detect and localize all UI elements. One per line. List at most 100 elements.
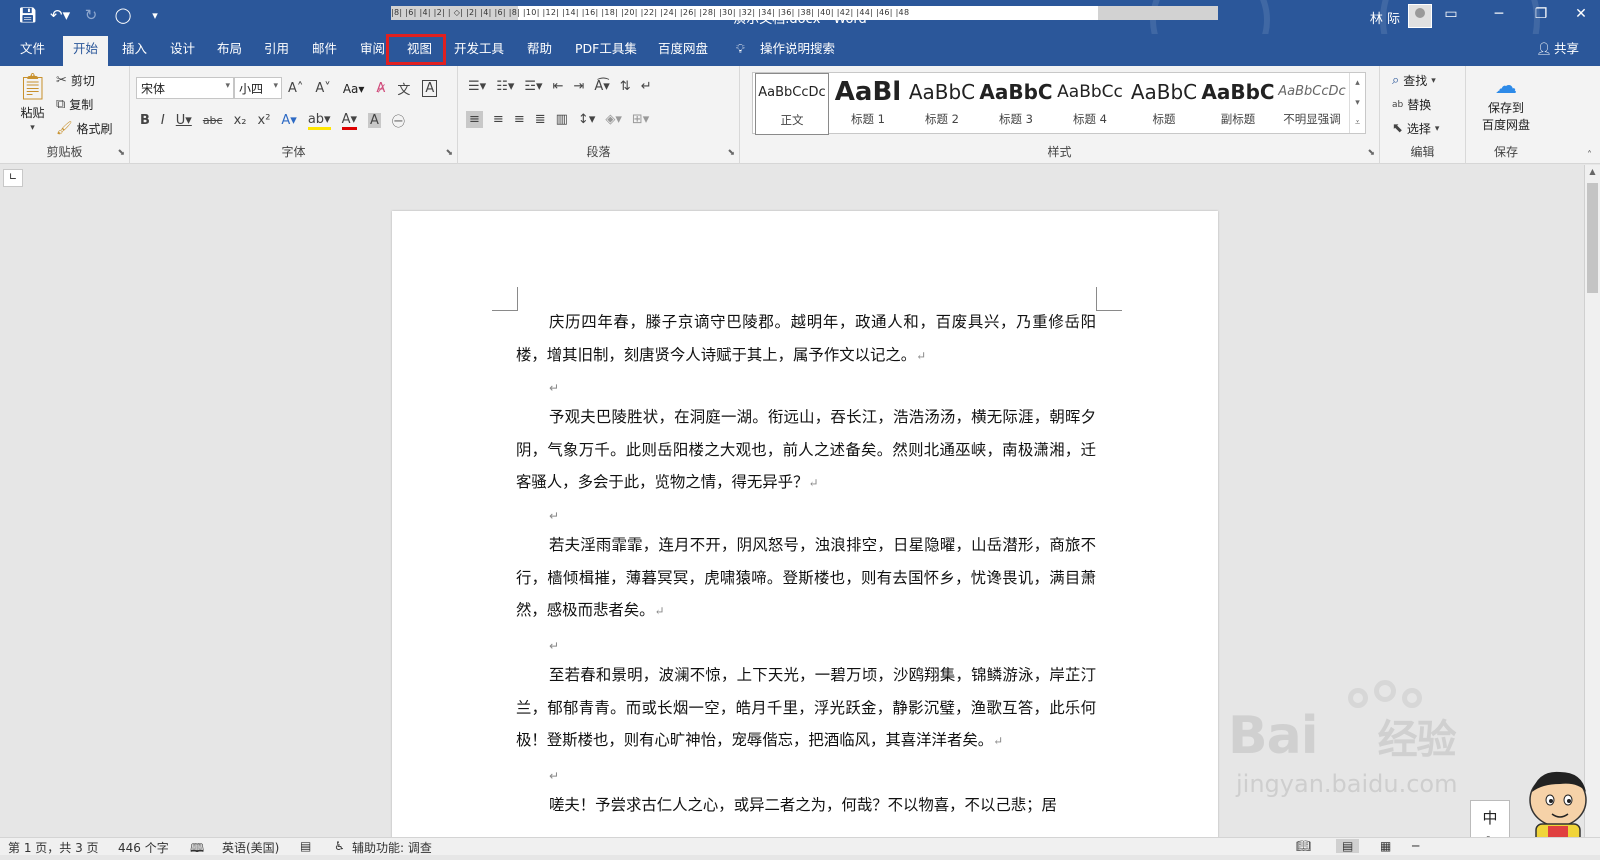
language-indicator[interactable]: 英语(美国) <box>222 839 279 856</box>
subscript-icon[interactable]: x₂ <box>234 113 247 128</box>
style-normal[interactable]: AaBbCcDc 正文 <box>755 73 829 135</box>
select-button[interactable]: ⬉ 选择 ▾ <box>1392 120 1439 137</box>
font-color-icon[interactable]: A▾ <box>341 112 357 130</box>
tab-file[interactable]: 文件 <box>18 40 47 66</box>
align-center-icon[interactable]: ≡ <box>493 112 504 127</box>
style-title[interactable]: AaBbC 标题 <box>1127 73 1201 135</box>
tab-insert[interactable]: 插入 <box>120 40 149 66</box>
paragraph[interactable]: 嗟夫！予尝求古仁人之心，或异二者之为，何哉？不以物喜，不以己悲；居 <box>516 789 1096 822</box>
show-marks-icon[interactable]: ↵ <box>641 79 652 94</box>
style-heading-1[interactable]: AaBl 标题 1 <box>831 73 905 135</box>
enclose-characters-icon[interactable]: ㊀ <box>392 111 405 130</box>
dialog-launcher-icon[interactable]: ⬊ <box>117 148 125 158</box>
bold-icon[interactable]: B <box>140 113 150 128</box>
tab-developer[interactable]: 开发工具 <box>452 40 506 66</box>
character-shading-icon[interactable]: A <box>368 113 381 128</box>
character-border-icon[interactable]: A <box>422 80 438 97</box>
collapse-ribbon-icon[interactable]: ˄ <box>1587 150 1592 161</box>
tell-me-search[interactable]: 操作说明搜索 <box>758 40 837 66</box>
distributed-icon[interactable]: ▥ <box>556 112 568 127</box>
increase-indent-icon[interactable]: ⇥ <box>573 79 584 94</box>
superscript-icon[interactable]: x² <box>258 113 271 128</box>
close-icon[interactable]: ✕ <box>1566 6 1596 22</box>
tab-layout[interactable]: 布局 <box>215 40 244 66</box>
paragraph[interactable]: 若夫淫雨霏霏，连月不开，阴风怒号，浊浪排空，日星隐曜，山岳潜形，商旅不行，樯倾楫… <box>516 529 1096 628</box>
minimize-icon[interactable]: ─ <box>1484 6 1514 22</box>
tab-references[interactable]: 引用 <box>262 40 291 66</box>
multilevel-list-icon[interactable]: ☲▾ <box>524 79 542 94</box>
style-heading-3[interactable]: AaBbC 标题 3 <box>979 73 1053 135</box>
tab-review[interactable]: 审阅 <box>358 40 387 66</box>
asian-layout-icon[interactable]: A͡▾ <box>594 79 609 94</box>
font-size-combo[interactable]: 小四 <box>234 77 282 99</box>
dialog-launcher-icon[interactable]: ⬊ <box>445 148 453 158</box>
shading-icon[interactable]: ◈▾ <box>605 112 622 127</box>
dialog-launcher-icon[interactable]: ⬊ <box>727 148 735 158</box>
grow-font-icon[interactable]: A˄ <box>288 81 303 96</box>
paste-button[interactable]: 📋︎ 粘贴 ▾ <box>16 72 49 133</box>
highlight-color-icon[interactable]: ab▾ <box>307 112 331 130</box>
style-subtle-emphasis[interactable]: AaBbCcDc 不明显强调 <box>1275 73 1349 135</box>
empty-paragraph[interactable]: ↵ <box>549 769 559 783</box>
empty-paragraph[interactable]: ↵ <box>549 381 559 395</box>
dialog-launcher-icon[interactable]: ⬊ <box>1367 148 1375 158</box>
clear-formatting-icon[interactable]: A̷ <box>376 81 385 96</box>
justify-icon[interactable]: ≣ <box>535 112 546 127</box>
tab-baidu-netdisk[interactable]: 百度网盘 <box>656 40 710 66</box>
accessibility-status[interactable]: 辅助功能: 调查 <box>352 839 432 856</box>
document-page[interactable]: 庆历四年春，滕子京谪守巴陵郡。越明年，政通人和，百废具兴，乃重修岳阳楼，增其旧制… <box>392 211 1218 851</box>
tab-home[interactable]: 开始 <box>63 36 109 66</box>
format-painter-button[interactable]: 🖌︎ 格式刷 <box>56 120 113 137</box>
strikethrough-icon[interactable]: abc <box>203 114 223 127</box>
phonetic-guide-icon[interactable]: 文 <box>397 79 410 98</box>
user-name[interactable]: 林 际 <box>1370 8 1400 27</box>
share-button[interactable]: 共享 <box>1552 40 1581 66</box>
align-left-icon[interactable]: ≡ <box>466 111 483 128</box>
restore-icon[interactable]: ❐ <box>1526 6 1556 22</box>
underline-icon[interactable]: U▾ <box>176 113 192 128</box>
avatar[interactable] <box>1408 4 1432 28</box>
print-layout-icon[interactable]: ▤ <box>1336 839 1360 853</box>
borders-icon[interactable]: ⊞▾ <box>632 112 649 127</box>
numbering-icon[interactable]: ☷▾ <box>496 79 514 94</box>
font-name-combo[interactable]: 宋体 <box>136 77 234 99</box>
tab-selector-icon[interactable]: ∟ <box>3 169 23 187</box>
bullets-icon[interactable]: ☰▾ <box>468 79 486 94</box>
horizontal-ruler[interactable]: |8| |6| |4| |2| | ◇| |2| |4| |6| |8| |10… <box>391 6 1218 20</box>
italic-icon[interactable]: I <box>161 113 165 128</box>
macro-icon[interactable]: ▤ <box>300 839 311 853</box>
replace-button[interactable]: ab 替换 <box>1392 96 1431 113</box>
line-spacing-icon[interactable]: ↕▾ <box>578 112 595 127</box>
zoom-out-icon[interactable]: ─ <box>1412 839 1419 853</box>
scroll-up-icon[interactable]: ▲ <box>1585 167 1600 176</box>
paragraph[interactable]: 予观夫巴陵胜状，在洞庭一湖。衔远山，吞长江，浩浩汤汤，横无际涯，朝晖夕阴，气象万… <box>516 401 1096 500</box>
tab-mailings[interactable]: 邮件 <box>310 40 339 66</box>
empty-paragraph[interactable]: ↵ <box>549 509 559 523</box>
paragraph[interactable]: 至若春和景明，波澜不惊，上下天光，一碧万顷，沙鸥翔集，锦鳞游泳，岸芷汀兰，郁郁青… <box>516 659 1096 758</box>
find-button[interactable]: ⌕ 查找 ▾ <box>1392 72 1436 89</box>
text-effects-icon[interactable]: A▾ <box>281 113 296 128</box>
align-right-icon[interactable]: ≡ <box>514 112 525 127</box>
tab-pdf-tools[interactable]: PDF工具集 <box>573 40 639 66</box>
tab-help[interactable]: 帮助 <box>525 40 554 66</box>
style-heading-2[interactable]: AaBbC 标题 2 <box>905 73 979 135</box>
read-mode-icon[interactable]: 📖︎ <box>1296 839 1311 853</box>
save-to-baidu-button[interactable]: ☁ 保存到 百度网盘 <box>1470 74 1542 133</box>
proofing-icon[interactable]: 🕮︎ <box>190 839 204 860</box>
styles-scroll[interactable]: ▴ ▾ ⩡ <box>1349 73 1365 133</box>
scroll-thumb[interactable] <box>1587 183 1598 293</box>
shrink-font-icon[interactable]: A˅ <box>315 81 330 96</box>
decrease-indent-icon[interactable]: ⇤ <box>553 79 564 94</box>
paragraph[interactable]: 庆历四年春，滕子京谪守巴陵郡。越明年，政通人和，百废具兴，乃重修岳阳楼，增其旧制… <box>516 306 1096 372</box>
change-case-button[interactable]: Aa▾ <box>343 82 365 96</box>
style-subtitle[interactable]: AaBbC 副标题 <box>1201 73 1275 135</box>
web-layout-icon[interactable]: ▦ <box>1380 839 1391 853</box>
vertical-scrollbar[interactable]: ▲ <box>1584 165 1600 840</box>
word-count[interactable]: 446 个字 <box>118 839 169 856</box>
sort-icon[interactable]: ⇅ <box>620 79 631 94</box>
ribbon-display-icon[interactable]: ▭ <box>1436 6 1466 22</box>
cut-button[interactable]: ✂ 剪切 <box>56 72 95 89</box>
tab-design[interactable]: 设计 <box>168 40 197 66</box>
page-count[interactable]: 第 1 页，共 3 页 <box>8 839 99 856</box>
style-heading-4[interactable]: AaBbCc 标题 4 <box>1053 73 1127 135</box>
